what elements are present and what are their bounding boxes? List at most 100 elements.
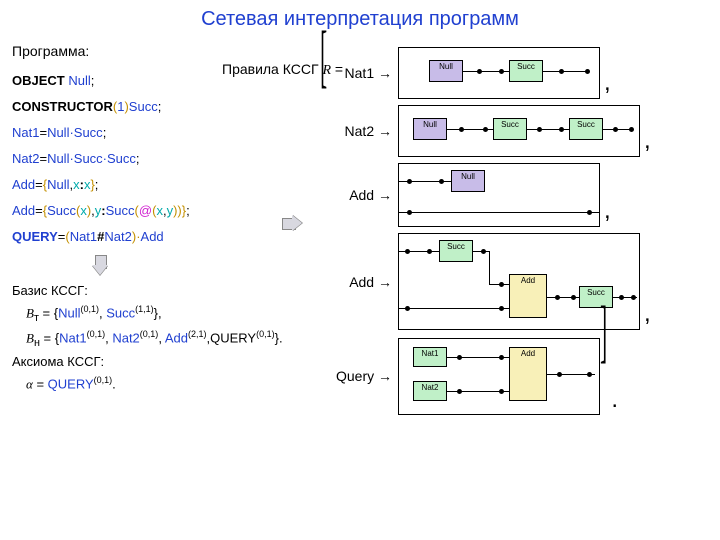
basis-block: Базис КССГ: Bт = {Null(0,1), Succ(1,1)},… xyxy=(12,281,332,395)
port-dot xyxy=(585,69,590,74)
port-dot xyxy=(481,249,486,254)
punct: . xyxy=(112,376,116,391)
add-box: Add xyxy=(509,347,547,401)
ident: Succ xyxy=(106,203,135,218)
ident: Add xyxy=(12,203,35,218)
sup: (0,1) xyxy=(94,375,113,385)
port-dot xyxy=(571,295,576,300)
port-dot xyxy=(407,179,412,184)
arrow-right-icon xyxy=(282,215,300,231)
op: = xyxy=(35,177,43,192)
ident: Add xyxy=(141,229,164,244)
port-dot xyxy=(499,69,504,74)
code-line-5: Add={Null,x:x}; xyxy=(12,177,332,192)
nat2-box: Nat2 xyxy=(413,381,447,401)
diagram-query: Nat1 Nat2 Add xyxy=(398,338,600,415)
ident: Succ xyxy=(129,99,158,114)
port-dot xyxy=(537,127,542,132)
port-dot xyxy=(499,306,504,311)
sup: (0,1) xyxy=(81,304,100,314)
punct: }, xyxy=(154,305,162,320)
port-dot xyxy=(587,372,592,377)
punct: ; xyxy=(158,99,162,114)
port-dot xyxy=(587,210,592,215)
ident: QUERY xyxy=(48,376,94,391)
diagram-add1: Null xyxy=(398,163,600,227)
sup: (1,1) xyxy=(135,304,154,314)
program-label: Программа: xyxy=(12,43,332,59)
ident: Nat1 xyxy=(12,125,39,140)
sup: (0,1) xyxy=(256,329,275,339)
port-dot xyxy=(629,127,634,132)
port-dot xyxy=(559,127,564,132)
port-dot xyxy=(559,69,564,74)
keyword: OBJECT xyxy=(12,73,65,88)
rule-label: Nat2 → xyxy=(332,123,398,139)
port-dot xyxy=(459,127,464,132)
text: = { xyxy=(40,330,59,345)
op: = xyxy=(331,61,343,77)
ident: Null xyxy=(58,305,80,320)
rule-label: Add → xyxy=(332,274,398,290)
succ-box: Succ xyxy=(439,240,473,262)
port-dot xyxy=(555,295,560,300)
port-dot xyxy=(439,179,444,184)
text: Правила КССГ xyxy=(222,61,322,77)
succ-box: Succ xyxy=(509,60,543,82)
page-title: Сетевая интерпретация программ xyxy=(0,0,720,35)
punct: ; xyxy=(95,177,99,192)
axiom-line: α = QUERY(0,1). xyxy=(12,373,332,395)
ident: Nat1 xyxy=(70,229,97,244)
wire xyxy=(399,212,599,213)
add-box: Add xyxy=(509,274,547,318)
port-dot xyxy=(407,210,412,215)
op: = xyxy=(35,203,43,218)
port-dot xyxy=(499,389,504,394)
punct: ; xyxy=(91,73,95,88)
null-box: Null xyxy=(451,170,485,192)
arrow-down-icon xyxy=(92,255,108,273)
sup: (2,1) xyxy=(188,329,207,339)
port-dot xyxy=(499,282,504,287)
basis-line-1: Bт = {Null(0,1), Succ(1,1)}, xyxy=(12,302,332,327)
text: = { xyxy=(39,305,58,320)
bracket-close-icon: ] xyxy=(600,292,607,372)
code-line-7: QUERY=(Nat1#Nat2)·Add xyxy=(12,229,332,244)
port-dot xyxy=(405,306,410,311)
keyword: QUERY xyxy=(12,229,58,244)
null-box: Null xyxy=(413,118,447,140)
punct: ; xyxy=(186,203,190,218)
basis-label: Базис КССГ: xyxy=(12,281,332,302)
diagram-nat2: Null Succ Succ xyxy=(398,105,640,157)
punct: ; xyxy=(136,151,140,166)
bracket-open-icon: [ xyxy=(320,17,327,97)
comma: , xyxy=(604,69,611,97)
ident: Nat2 xyxy=(104,229,131,244)
at-sym: @ xyxy=(139,203,152,218)
ident: Nat2 xyxy=(12,151,39,166)
port-dot xyxy=(427,249,432,254)
ident: Nat2 xyxy=(112,330,139,345)
succ-box: Succ xyxy=(579,286,613,308)
ident: Add xyxy=(12,177,35,192)
op: = xyxy=(39,151,47,166)
comma: , xyxy=(644,127,651,155)
punct: }. xyxy=(275,330,283,345)
port-dot xyxy=(499,355,504,360)
wire xyxy=(489,251,490,284)
sym: B xyxy=(26,330,34,345)
port-dot xyxy=(477,69,482,74)
basis-line-2: Bн = {Nat1(0,1), Nat2(0,1), Add(2,1),QUE… xyxy=(12,327,332,352)
expr: Null·Succ xyxy=(47,125,103,140)
port-dot xyxy=(457,355,462,360)
main-content: Программа: OBJECT Null; CONSTRUCTOR(1)Su… xyxy=(0,35,720,422)
code-line-4: Nat2=Null·Succ·Succ; xyxy=(12,151,332,166)
diagram-nat1: Null Succ xyxy=(398,47,600,99)
port-dot xyxy=(557,372,562,377)
ident: Succ xyxy=(106,305,135,320)
ident: Succ xyxy=(47,203,76,218)
rule-add-1: Add → Null , xyxy=(332,163,692,227)
port-dot xyxy=(483,127,488,132)
rule-query: Query → Nat1 Nat2 Add ] . xyxy=(332,336,692,416)
expr: Null·Succ·Succ xyxy=(47,151,136,166)
